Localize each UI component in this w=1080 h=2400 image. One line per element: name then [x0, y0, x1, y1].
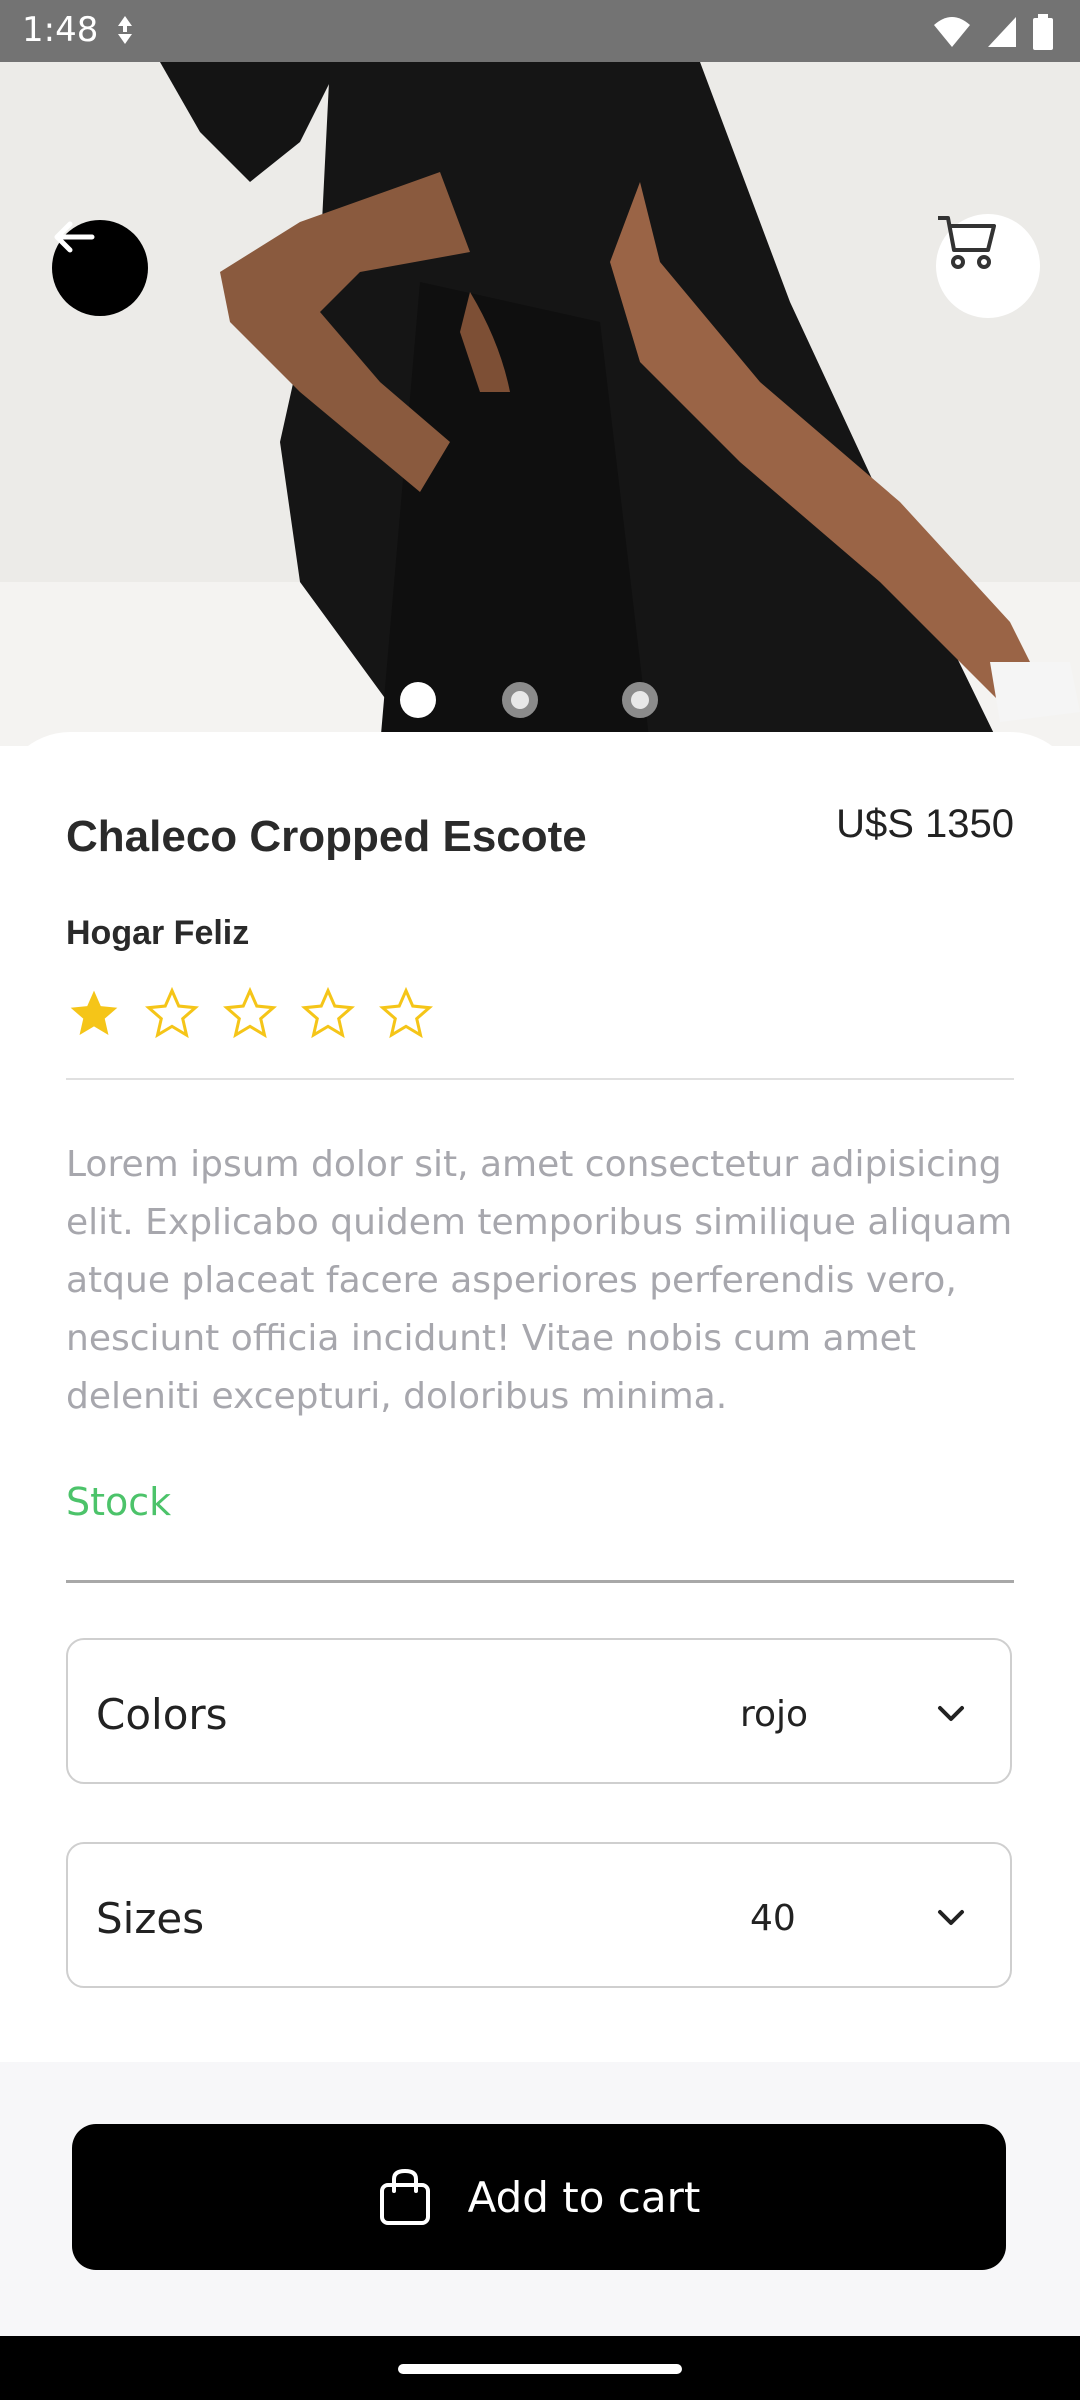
star-outline-icon[interactable] [222, 986, 278, 1042]
colors-label: Colors [96, 1690, 228, 1739]
back-button[interactable] [52, 220, 148, 316]
sizes-value: 40 [750, 1898, 796, 1939]
star-filled-icon[interactable] [66, 986, 122, 1042]
signal-icon [988, 17, 1016, 47]
chevron-down-icon [938, 1910, 964, 1925]
colors-value: rojo [740, 1694, 809, 1735]
divider [66, 1078, 1014, 1080]
carousel-indicator [0, 682, 1080, 722]
star-outline-icon[interactable] [300, 986, 356, 1042]
home-indicator[interactable] [398, 2364, 682, 2374]
product-description: Lorem ipsum dolor sit, amet consectetur … [66, 1144, 1013, 1417]
product-title: Chaleco Cropped Escote [66, 812, 587, 861]
data-saver-icon [118, 16, 132, 44]
sizes-label: Sizes [96, 1894, 205, 1943]
shopping-bag-icon [379, 2168, 430, 2225]
carousel-dot-3[interactable] [622, 682, 658, 718]
rating-stars[interactable] [66, 986, 434, 1042]
arrow-left-icon [54, 221, 95, 253]
status-bar: 1:48 [0, 0, 1080, 62]
carousel-dot-2[interactable] [502, 682, 538, 718]
product-brand: Hogar Feliz [66, 914, 250, 952]
status-icons [932, 12, 1054, 52]
stock-status: Stock [66, 1480, 172, 1524]
product-photo [0, 62, 1080, 746]
colors-select[interactable]: Colors rojo [66, 1638, 1012, 1784]
add-to-cart-label: Add to cart [467, 2172, 701, 2222]
star-outline-icon[interactable] [378, 986, 434, 1042]
sizes-select[interactable]: Sizes 40 [66, 1842, 1012, 1988]
battery-icon [1033, 14, 1053, 50]
carousel-dot-1[interactable] [400, 682, 436, 718]
wifi-icon [934, 17, 970, 47]
add-to-cart-button[interactable]: Add to cart [72, 2124, 1006, 2270]
cart-button[interactable] [936, 214, 1040, 318]
divider [66, 1580, 1014, 1583]
status-time: 1:48 [22, 10, 99, 50]
product-price: U$S 1350 [836, 802, 1014, 846]
star-outline-icon[interactable] [144, 986, 200, 1042]
cart-icon [938, 216, 996, 269]
chevron-down-icon [938, 1706, 964, 1721]
product-image[interactable] [0, 62, 1080, 746]
